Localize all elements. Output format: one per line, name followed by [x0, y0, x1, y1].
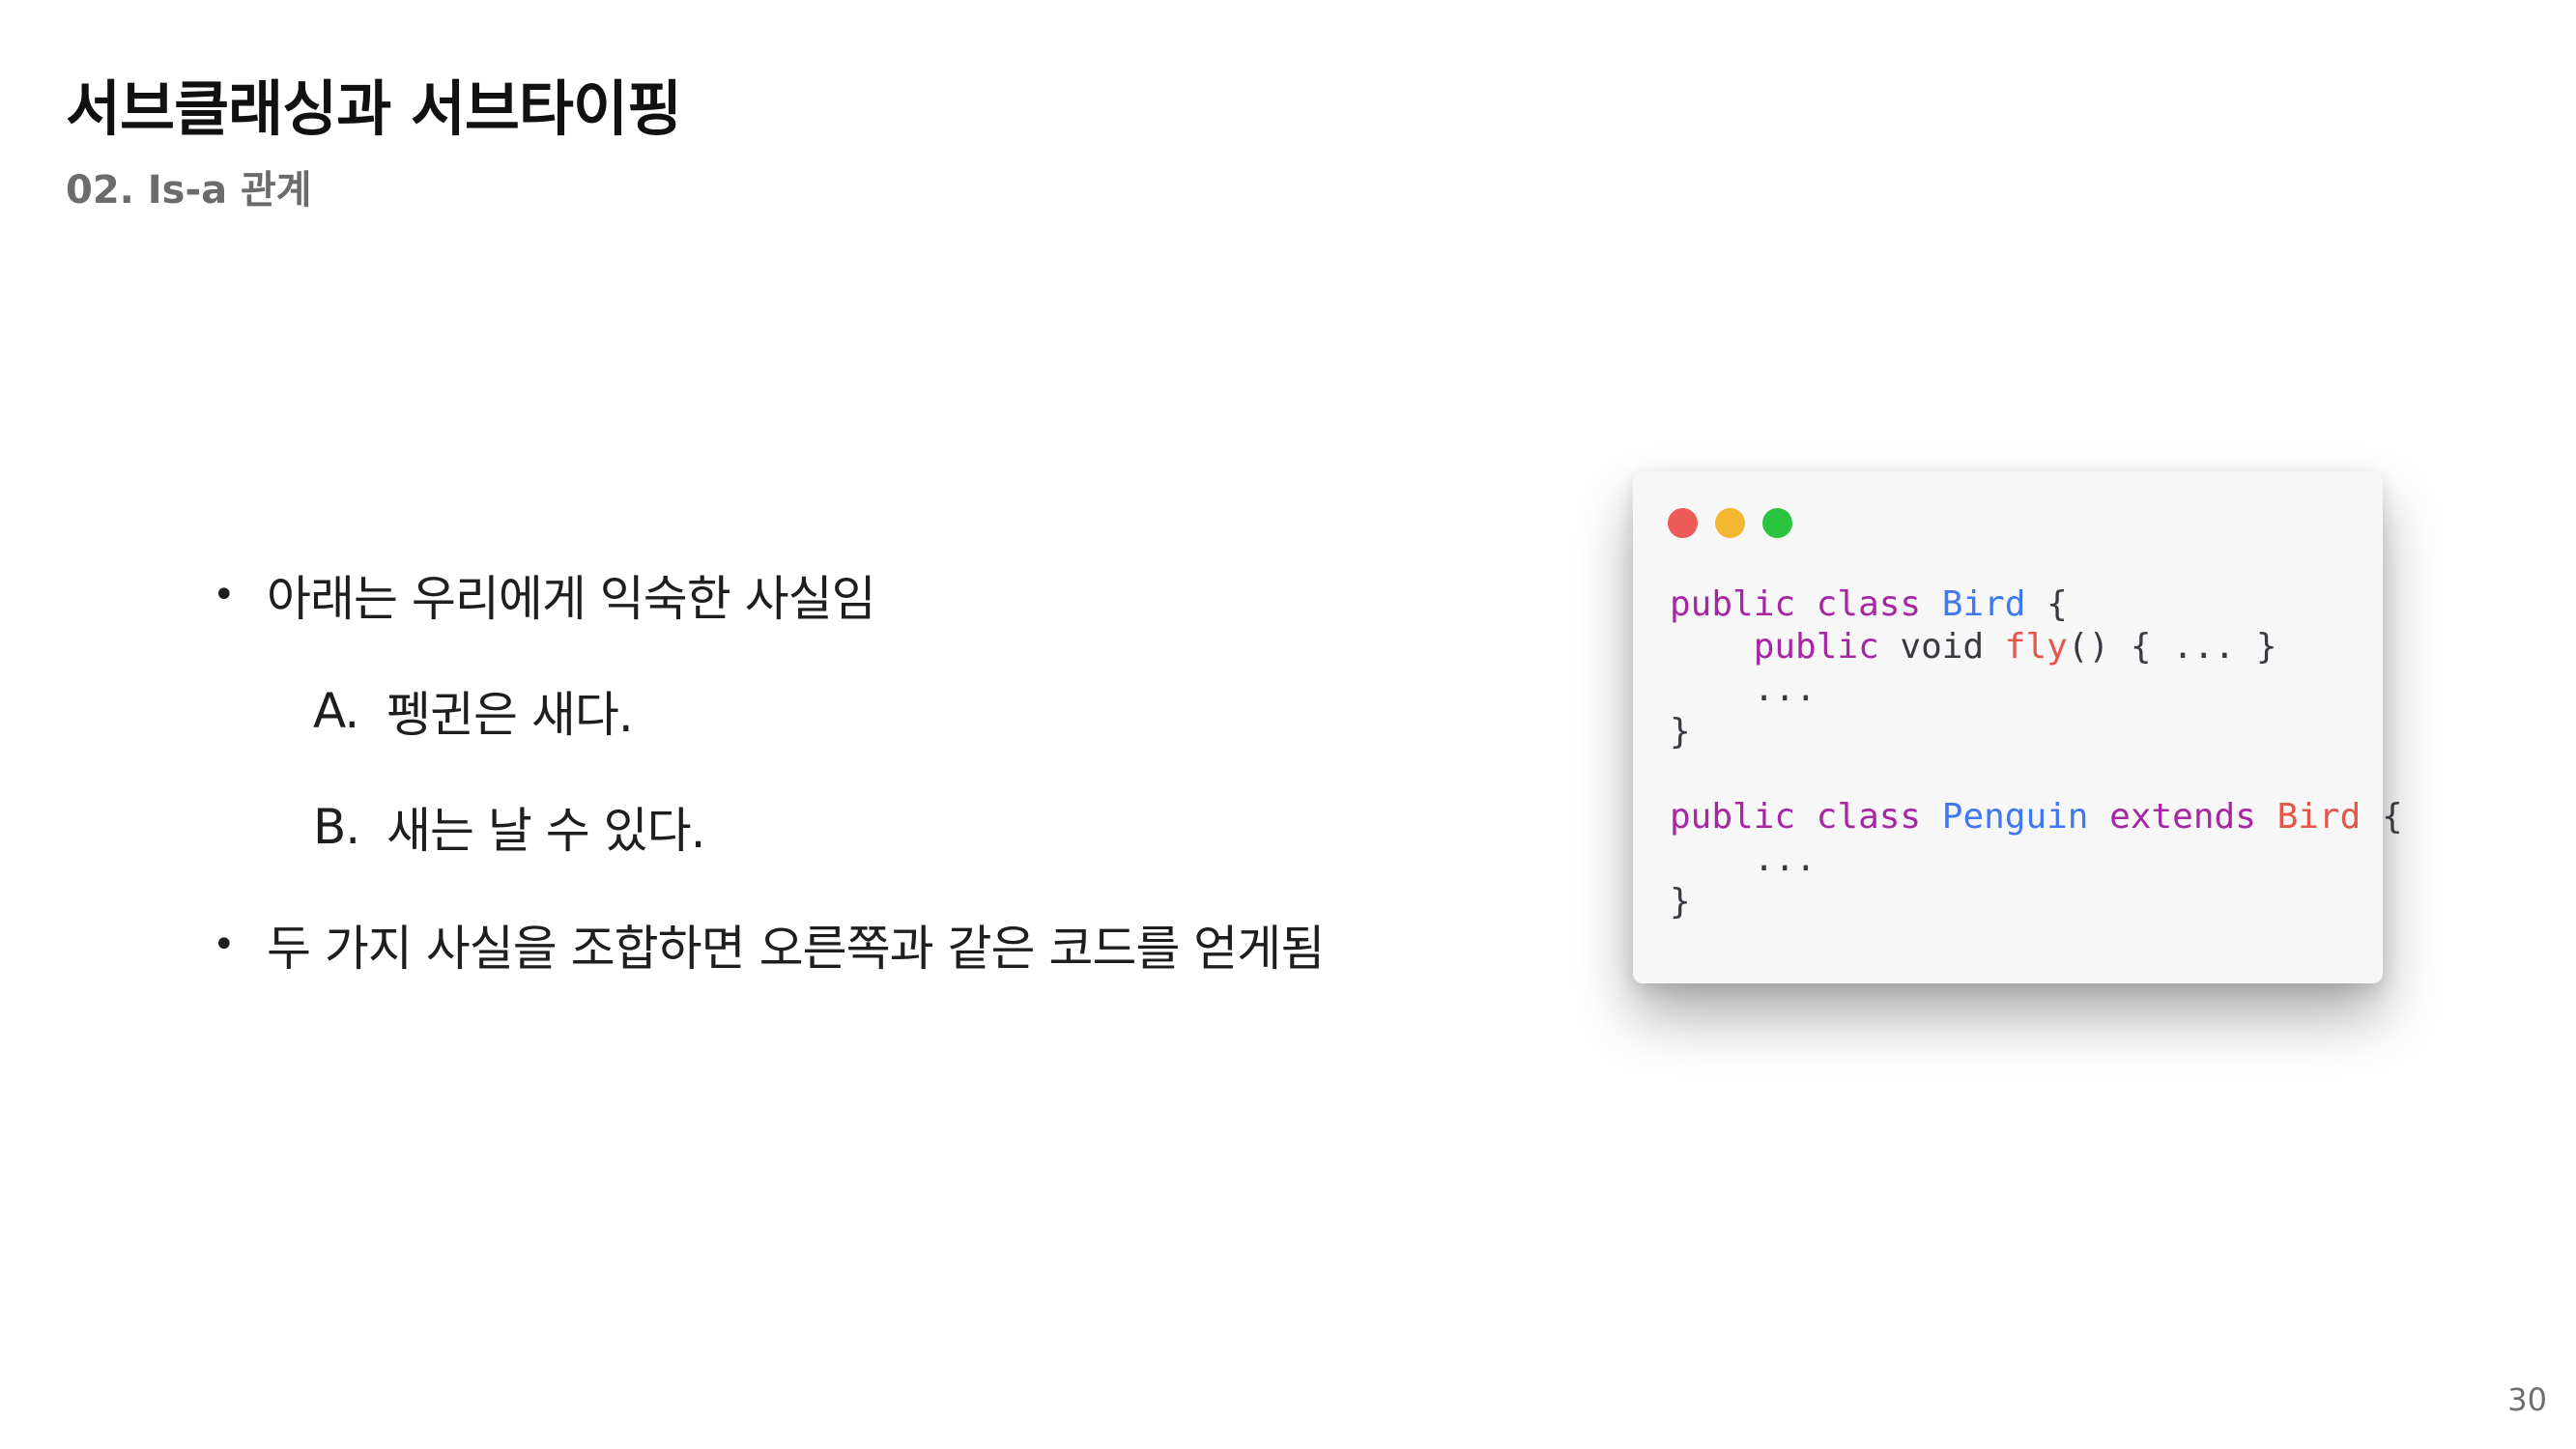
window-controls	[1668, 508, 1792, 538]
code-line: public class Penguin extends Bird {	[1670, 796, 2403, 838]
code-line: public void fly() { ... }	[1670, 626, 2403, 668]
code-line: }	[1670, 881, 2403, 923]
minimize-icon	[1715, 508, 1745, 538]
code-token: ...	[1670, 839, 1817, 879]
sub-item-text: 펭귄은 새다.	[386, 687, 634, 743]
code-block: public class Bird { public void fly() { …	[1670, 583, 2403, 923]
code-token: }	[1670, 882, 1691, 922]
code-line: public class Bird {	[1670, 583, 2403, 626]
slide-subtitle: 02. Is-a 관계	[66, 168, 312, 213]
code-token: extends	[2088, 797, 2277, 837]
code-token: {	[2025, 584, 2068, 624]
code-token: public class	[1670, 584, 1942, 624]
code-token: public class	[1670, 797, 1942, 837]
code-window: public class Bird { public void fly() { …	[1633, 471, 2403, 983]
code-token: Bird	[1941, 584, 2026, 624]
bullet-item: • 아래는 우리에게 익숙한 사실임	[213, 560, 876, 630]
code-token: void	[1900, 627, 2005, 667]
code-token: Bird	[2276, 797, 2361, 837]
maximize-icon	[1762, 508, 1792, 538]
bullet-item: • 두 가지 사실을 조합하면 오른쪽과 같은 코드를 얻게됨	[213, 910, 1325, 980]
bullet-text: 아래는 우리에게 익숙한 사실임	[267, 571, 876, 627]
code-token: () { ... }	[2067, 627, 2277, 667]
code-token: fly	[2004, 627, 2068, 667]
bullet-marker: •	[213, 923, 236, 967]
code-token: Penguin	[1941, 797, 2089, 837]
sub-item: A. 펭귄은 새다.	[313, 676, 634, 746]
code-token: public	[1670, 627, 1901, 667]
slide-title: 서브클래싱과 서브타이핑	[66, 73, 682, 144]
code-token: {	[2361, 797, 2403, 837]
sub-item-text: 새는 날 수 있다.	[386, 803, 706, 859]
sub-item-marker: B.	[313, 799, 360, 855]
code-token: ...	[1670, 669, 1817, 709]
bullet-marker: •	[213, 573, 236, 617]
close-icon	[1668, 508, 1698, 538]
code-token: }	[1670, 712, 1691, 752]
bullet-text: 두 가지 사실을 조합하면 오른쪽과 같은 코드를 얻게됨	[267, 921, 1325, 977]
page-number: 30	[2507, 1381, 2547, 1418]
sub-item-marker: A.	[313, 683, 359, 739]
code-line: ...	[1670, 838, 2403, 881]
code-line: }	[1670, 711, 2403, 753]
code-line: ...	[1670, 668, 2403, 711]
sub-item: B. 새는 날 수 있다.	[313, 792, 706, 862]
